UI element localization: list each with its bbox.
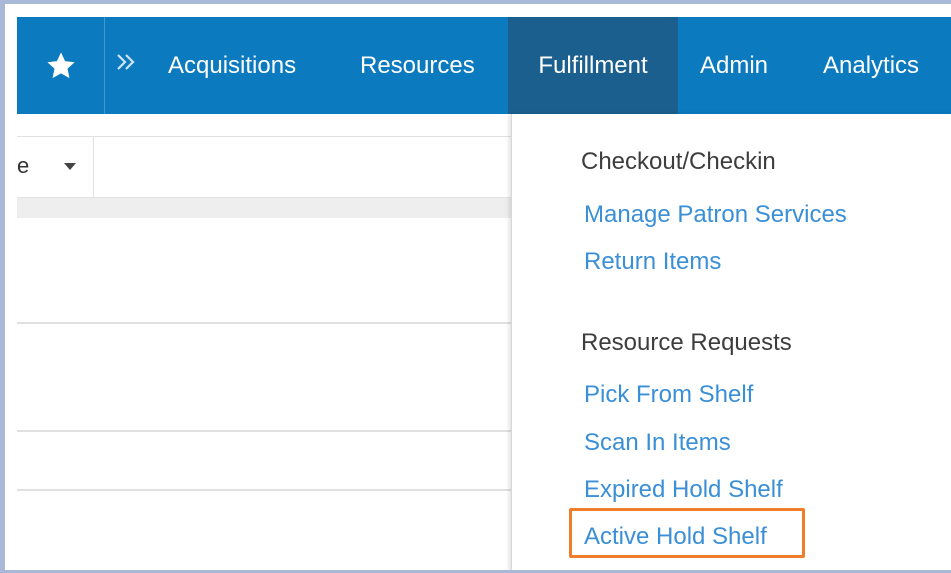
nav-fulfillment[interactable]: Fulfillment — [508, 17, 678, 114]
table-header-strip — [17, 198, 511, 218]
menu-link-manage-patron-services[interactable]: Manage Patron Services — [584, 201, 847, 229]
nav-acquisitions[interactable]: Acquisitions — [168, 17, 296, 114]
menu-link-scan-in-items[interactable]: Scan In Items — [584, 429, 731, 457]
expand-menu-button[interactable] — [113, 48, 141, 80]
filter-dropdown[interactable]: e — [17, 137, 94, 197]
top-navbar — [17, 17, 951, 114]
menu-link-expired-hold-shelf[interactable]: Expired Hold Shelf — [584, 476, 783, 504]
nav-resources[interactable]: Resources — [360, 17, 475, 114]
menu-section-heading: Checkout/Checkin — [581, 148, 776, 175]
star-icon — [45, 50, 77, 82]
nav-analytics[interactable]: Analytics — [823, 17, 919, 114]
highlight-outline — [569, 508, 805, 558]
filter-bar: e — [17, 136, 511, 198]
double-chevron-right-icon — [115, 51, 139, 78]
nav-admin[interactable]: Admin — [700, 17, 768, 114]
row-divider — [17, 489, 511, 491]
row-divider — [17, 322, 511, 324]
menu-link-return-items[interactable]: Return Items — [584, 248, 721, 276]
row-divider — [17, 430, 511, 432]
filter-dropdown-label: e — [17, 153, 30, 178]
menu-section-heading: Resource Requests — [581, 329, 792, 356]
menu-link-pick-from-shelf[interactable]: Pick From Shelf — [584, 381, 753, 409]
favorites-button[interactable] — [17, 17, 105, 114]
caret-down-icon — [64, 163, 76, 170]
